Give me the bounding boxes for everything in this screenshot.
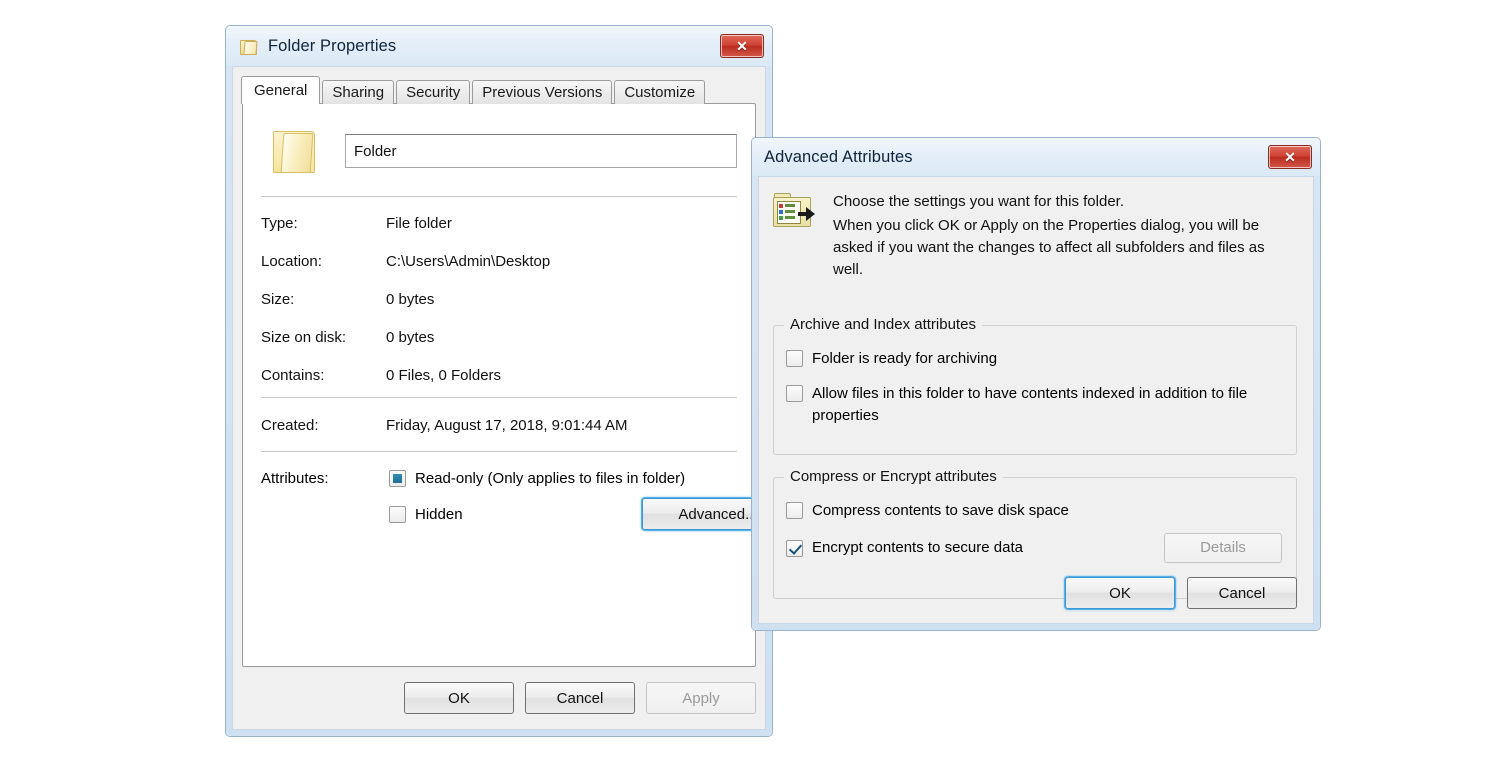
divider-top	[261, 196, 737, 197]
index-option-row: Allow files in this folder to have conte…	[786, 383, 1296, 426]
encrypt-label: Encrypt contents to secure data	[812, 539, 1023, 557]
index-label: Allow files in this folder to have conte…	[812, 385, 1248, 424]
details-button: Details	[1164, 532, 1282, 563]
advanced-titlebar[interactable]: Advanced Attributes ✕	[752, 138, 1320, 176]
folder-properties-window: Folder Properties ✕ General Sharing Secu…	[225, 25, 794, 737]
apply-button: Apply	[646, 682, 756, 714]
tab-general[interactable]: General	[241, 76, 321, 104]
folder-icon-large	[269, 129, 323, 173]
advanced-header: Choose the settings you want for this fo…	[773, 191, 1297, 283]
advanced-title: Advanced Attributes	[764, 147, 913, 166]
read-only-checkbox[interactable]	[389, 469, 406, 487]
advanced-attributes-window: Advanced Attributes ✕ Choose the setting…	[751, 137, 1321, 631]
close-glyph: ✕	[1284, 149, 1296, 165]
properties-body: General Sharing Security Previous Versio…	[232, 66, 794, 730]
cancel-button[interactable]: Cancel	[1187, 577, 1297, 609]
ok-button[interactable]: OK	[404, 682, 514, 714]
index-checkbox[interactable]	[786, 385, 803, 403]
close-glyph: ✕	[736, 38, 748, 54]
info-label: Size on disk:	[261, 328, 347, 346]
compress-option-row: Compress contents to save disk space	[786, 500, 1296, 521]
info-row-size-on-disk: Size on disk: 0 bytes	[261, 318, 737, 356]
created-info: Created: Friday, August 17, 2018, 9:01:4…	[261, 406, 737, 444]
info-row-created: Created: Friday, August 17, 2018, 9:01:4…	[261, 406, 737, 444]
info-value: File folder	[386, 214, 452, 232]
info-label: Contains:	[261, 366, 325, 384]
folder-info-list: Type: File folder Location: C:\Users\Adm…	[261, 204, 737, 394]
close-icon[interactable]: ✕	[1268, 145, 1312, 169]
compress-encrypt-group-title: Compress or Encrypt attributes	[784, 468, 1003, 485]
ok-button[interactable]: OK	[1065, 577, 1175, 609]
info-row-size: Size: 0 bytes	[261, 280, 737, 318]
hidden-label: Hidden	[415, 505, 463, 523]
tab-previous-versions[interactable]: Previous Versions	[472, 80, 613, 104]
archive-index-group: Archive and Index attributes Folder is r…	[773, 316, 1297, 455]
properties-tabs: General Sharing Security Previous Versio…	[241, 76, 756, 104]
attributes-label: Attributes:	[261, 470, 329, 487]
tab-security[interactable]: Security	[396, 80, 471, 104]
compress-label: Compress contents to save disk space	[812, 502, 1069, 519]
info-label: Created:	[261, 416, 319, 434]
archive-label: Folder is ready for archiving	[812, 350, 998, 367]
archive-option-row: Folder is ready for archiving	[786, 348, 1296, 369]
advanced-body: Choose the settings you want for this fo…	[758, 176, 1314, 624]
info-label: Size:	[261, 290, 295, 308]
tab-customize[interactable]: Customize	[614, 80, 706, 104]
properties-footer: OK Cancel Apply	[242, 677, 756, 719]
folder-name-input[interactable]: Folder	[345, 134, 737, 168]
info-value: Friday, August 17, 2018, 9:01:44 AM	[386, 416, 628, 434]
info-value: C:\Users\Admin\Desktop	[386, 252, 551, 270]
info-row-contains: Contains: 0 Files, 0 Folders	[261, 356, 737, 394]
info-label: Type:	[261, 214, 298, 232]
folder-name-row: Folder	[261, 122, 737, 180]
compress-checkbox[interactable]	[786, 502, 803, 519]
folder-name-value: Folder	[354, 142, 397, 160]
info-value: 0 bytes	[386, 328, 435, 346]
general-tab-panel: Folder Type: File folder Location: C:\Us…	[242, 103, 794, 667]
info-value: 0 Files, 0 Folders	[386, 366, 502, 384]
read-only-row: Read-only (Only applies to files in fold…	[389, 462, 737, 494]
folder-icon	[240, 38, 258, 55]
info-value: 0 bytes	[386, 290, 435, 308]
read-only-label: Read-only (Only applies to files in fold…	[415, 469, 686, 487]
tab-sharing[interactable]: Sharing	[322, 80, 395, 104]
cancel-button[interactable]: Cancel	[525, 682, 635, 714]
attributes-block: Attributes: Read-only (Only applies to f…	[261, 462, 794, 534]
properties-title: Folder Properties	[268, 36, 397, 55]
info-label: Location:	[261, 252, 322, 270]
advanced-description: Choose the settings you want for this fo…	[833, 191, 1297, 283]
advanced-footer: OK Cancel	[1065, 577, 1297, 609]
divider-bottom	[261, 451, 737, 452]
encrypt-checkbox[interactable]	[786, 540, 803, 558]
advanced-description-line-1: Choose the settings you want for this fo…	[833, 193, 1124, 210]
folder-properties-icon	[773, 193, 815, 231]
properties-titlebar[interactable]: Folder Properties ✕	[226, 26, 772, 66]
hidden-row: Hidden Advanced...	[389, 494, 794, 534]
advanced-description-line-2: When you click OK or Apply on the Proper…	[833, 216, 1265, 278]
encrypt-option-row: Encrypt contents to secure data Details	[786, 532, 1296, 563]
close-icon[interactable]: ✕	[720, 34, 764, 58]
archive-index-group-title: Archive and Index attributes	[784, 316, 982, 333]
info-row-location: Location: C:\Users\Admin\Desktop	[261, 242, 737, 280]
divider-middle	[261, 397, 737, 398]
archive-checkbox[interactable]	[786, 350, 803, 367]
hidden-checkbox[interactable]	[389, 505, 406, 523]
info-row-type: Type: File folder	[261, 204, 737, 242]
